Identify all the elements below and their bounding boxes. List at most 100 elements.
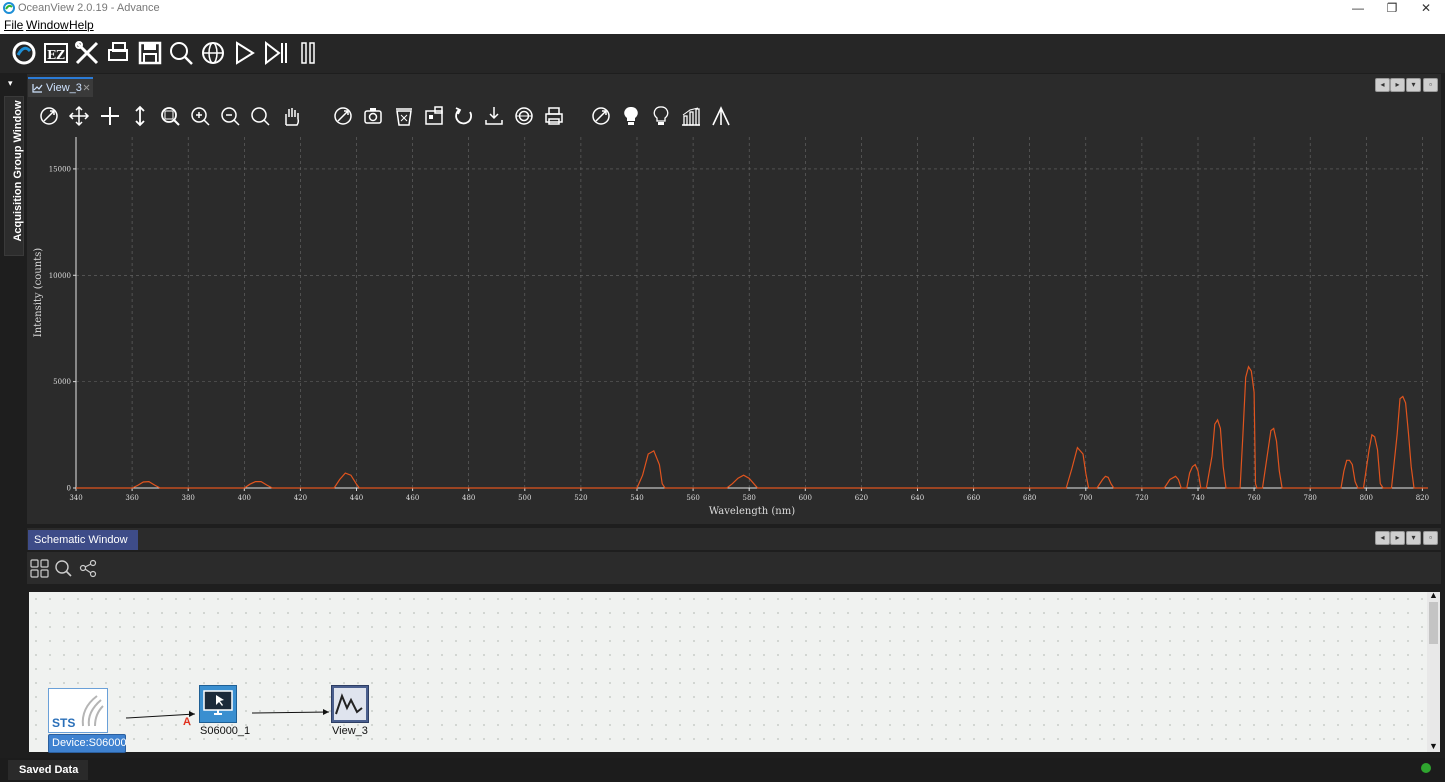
panel-right-icon[interactable]: ▸ — [1390, 78, 1405, 92]
peak-marker-icon[interactable] — [710, 105, 732, 127]
saved-data-tab[interactable]: Saved Data — [8, 760, 88, 780]
view-tab-label: View_3 — [46, 82, 82, 94]
zoom-in-icon[interactable] — [189, 105, 211, 127]
view-node[interactable] — [331, 685, 369, 723]
zoom-reset-icon[interactable] — [249, 105, 271, 127]
x-tick-label: 520 — [574, 494, 587, 502]
panel-maximize-icon[interactable]: ▫ — [1423, 78, 1438, 92]
main-toolbar: EZ — [0, 34, 1445, 73]
window-title: OceanView 2.0.19 - Advance — [18, 2, 160, 14]
export-icon[interactable] — [483, 105, 505, 127]
autoscale-icon[interactable] — [38, 105, 60, 127]
vertical-scale-icon[interactable] — [129, 105, 151, 127]
x-tick-label: 440 — [350, 494, 363, 502]
y-axis-label: Intensity (counts) — [33, 248, 44, 337]
step-forward-icon[interactable] — [261, 38, 291, 68]
scroll-down-icon[interactable]: ▼ — [1429, 741, 1438, 751]
menu-help[interactable]: Help — [69, 18, 94, 32]
play-icon[interactable] — [229, 38, 259, 68]
panel-menu-icon[interactable]: ▾ — [1406, 78, 1421, 92]
printer-icon[interactable] — [103, 38, 133, 68]
scroll-thumb[interactable] — [1429, 602, 1438, 644]
schem-left-icon[interactable]: ◂ — [1375, 531, 1390, 545]
print-icon[interactable] — [543, 105, 565, 127]
x-tick-label: 340 — [69, 494, 82, 502]
sts-label: STS — [52, 716, 76, 730]
axis-frame — [75, 137, 1428, 489]
reset-icon[interactable] — [453, 105, 475, 127]
view-node-label: View_3 — [332, 725, 368, 737]
zoom-out-icon[interactable] — [219, 105, 241, 127]
spectrum-plot[interactable]: 340 360 380 400 420 440 460 480 500 520 540 560 580 6… — [28, 131, 1438, 523]
menu-file[interactable]: File — [4, 18, 23, 32]
x-tick-label: 480 — [462, 494, 475, 502]
sts-device-node[interactable]: STS — [48, 688, 108, 733]
status-bar — [0, 758, 1445, 782]
spectrometer-node[interactable] — [199, 685, 237, 723]
tab-view-3[interactable]: View_3 — [28, 77, 93, 97]
layout-icon[interactable] — [30, 559, 49, 578]
schem-maximize-icon[interactable]: ▫ — [1423, 531, 1438, 545]
plot-grid — [75, 137, 1428, 488]
plot-axes — [75, 137, 1428, 489]
hand-pan-icon[interactable] — [280, 105, 302, 127]
convert-icon[interactable] — [423, 105, 445, 127]
spectrometer-node-label: S06000_1 — [200, 725, 251, 737]
search-icon[interactable] — [166, 38, 196, 68]
acquisition-group-tab[interactable]: Acquisition Group Window — [4, 96, 24, 256]
clear-overlay-icon[interactable] — [393, 105, 415, 127]
overlay-icon[interactable] — [332, 105, 354, 127]
x-tick-label: 540 — [630, 494, 643, 502]
tab-schematic-window[interactable]: Schematic Window — [28, 530, 138, 550]
oceanview-logo-icon[interactable] — [9, 38, 39, 68]
pause-icon[interactable] — [293, 38, 323, 68]
x-tick-label: 420 — [294, 494, 307, 502]
connection-status-indicator — [1421, 763, 1431, 773]
x-axis-label: Wavelength (nm) — [709, 506, 795, 517]
x-tick-label: 660 — [967, 494, 980, 502]
chart-icon — [32, 84, 43, 93]
x-tick-label: 500 — [518, 494, 531, 502]
schematic-canvas[interactable]: STS Device:S06000 A S06000_1 View_3 — [29, 592, 1427, 753]
lamp-off-icon[interactable] — [650, 105, 672, 127]
y-tick-label: 10000 — [49, 272, 71, 280]
camera-icon[interactable] — [362, 105, 384, 127]
x-tick-label: 680 — [1023, 494, 1036, 502]
x-tick-label: 640 — [911, 494, 924, 502]
close-button[interactable]: ✕ — [1409, 0, 1443, 17]
tools-icon[interactable] — [72, 38, 102, 68]
schematic-tab-label: Schematic Window — [34, 534, 128, 546]
lamp-on-icon[interactable] — [620, 105, 642, 127]
y-tick-label: 0 — [67, 485, 71, 493]
schematic-header — [27, 528, 1441, 550]
minimize-button[interactable]: — — [1341, 0, 1375, 17]
x-tick-label: 620 — [855, 494, 868, 502]
svg-text:EZ: EZ — [47, 48, 65, 62]
schematic-scrollbar[interactable]: ▲ ▼ — [1427, 590, 1440, 752]
x-tick-label: 740 — [1191, 494, 1204, 502]
schem-menu-icon[interactable]: ▾ — [1406, 531, 1421, 545]
panel-left-icon[interactable]: ◂ — [1375, 78, 1390, 92]
menu-window[interactable]: Window — [26, 18, 69, 32]
globe-icon[interactable] — [198, 38, 228, 68]
restore-button[interactable]: ❐ — [1375, 0, 1409, 17]
close-tab-icon[interactable] — [83, 84, 90, 91]
save-icon[interactable] — [135, 38, 165, 68]
oceanview-app-icon — [3, 2, 15, 14]
zoom-move-icon[interactable] — [99, 105, 121, 127]
peaks-icon[interactable] — [513, 105, 535, 127]
side-collapse-icon[interactable]: ▾ — [8, 78, 18, 88]
device-badge[interactable]: Device:S06000 — [48, 734, 127, 753]
connector-a-label: A — [183, 716, 191, 728]
search-icon[interactable] — [54, 559, 73, 578]
schem-right-icon[interactable]: ▸ — [1390, 531, 1405, 545]
globe-icon[interactable] — [590, 105, 612, 127]
pan-icon[interactable] — [68, 105, 90, 127]
histogram-icon[interactable] — [680, 105, 702, 127]
zoom-in-box-icon[interactable] — [159, 105, 181, 127]
scroll-up-icon[interactable]: ▲ — [1429, 590, 1438, 600]
monitor-cursor-icon — [203, 690, 233, 715]
network-icon[interactable] — [79, 559, 98, 578]
ez-icon[interactable]: EZ — [41, 38, 71, 68]
x-tick-label: 400 — [238, 494, 251, 502]
